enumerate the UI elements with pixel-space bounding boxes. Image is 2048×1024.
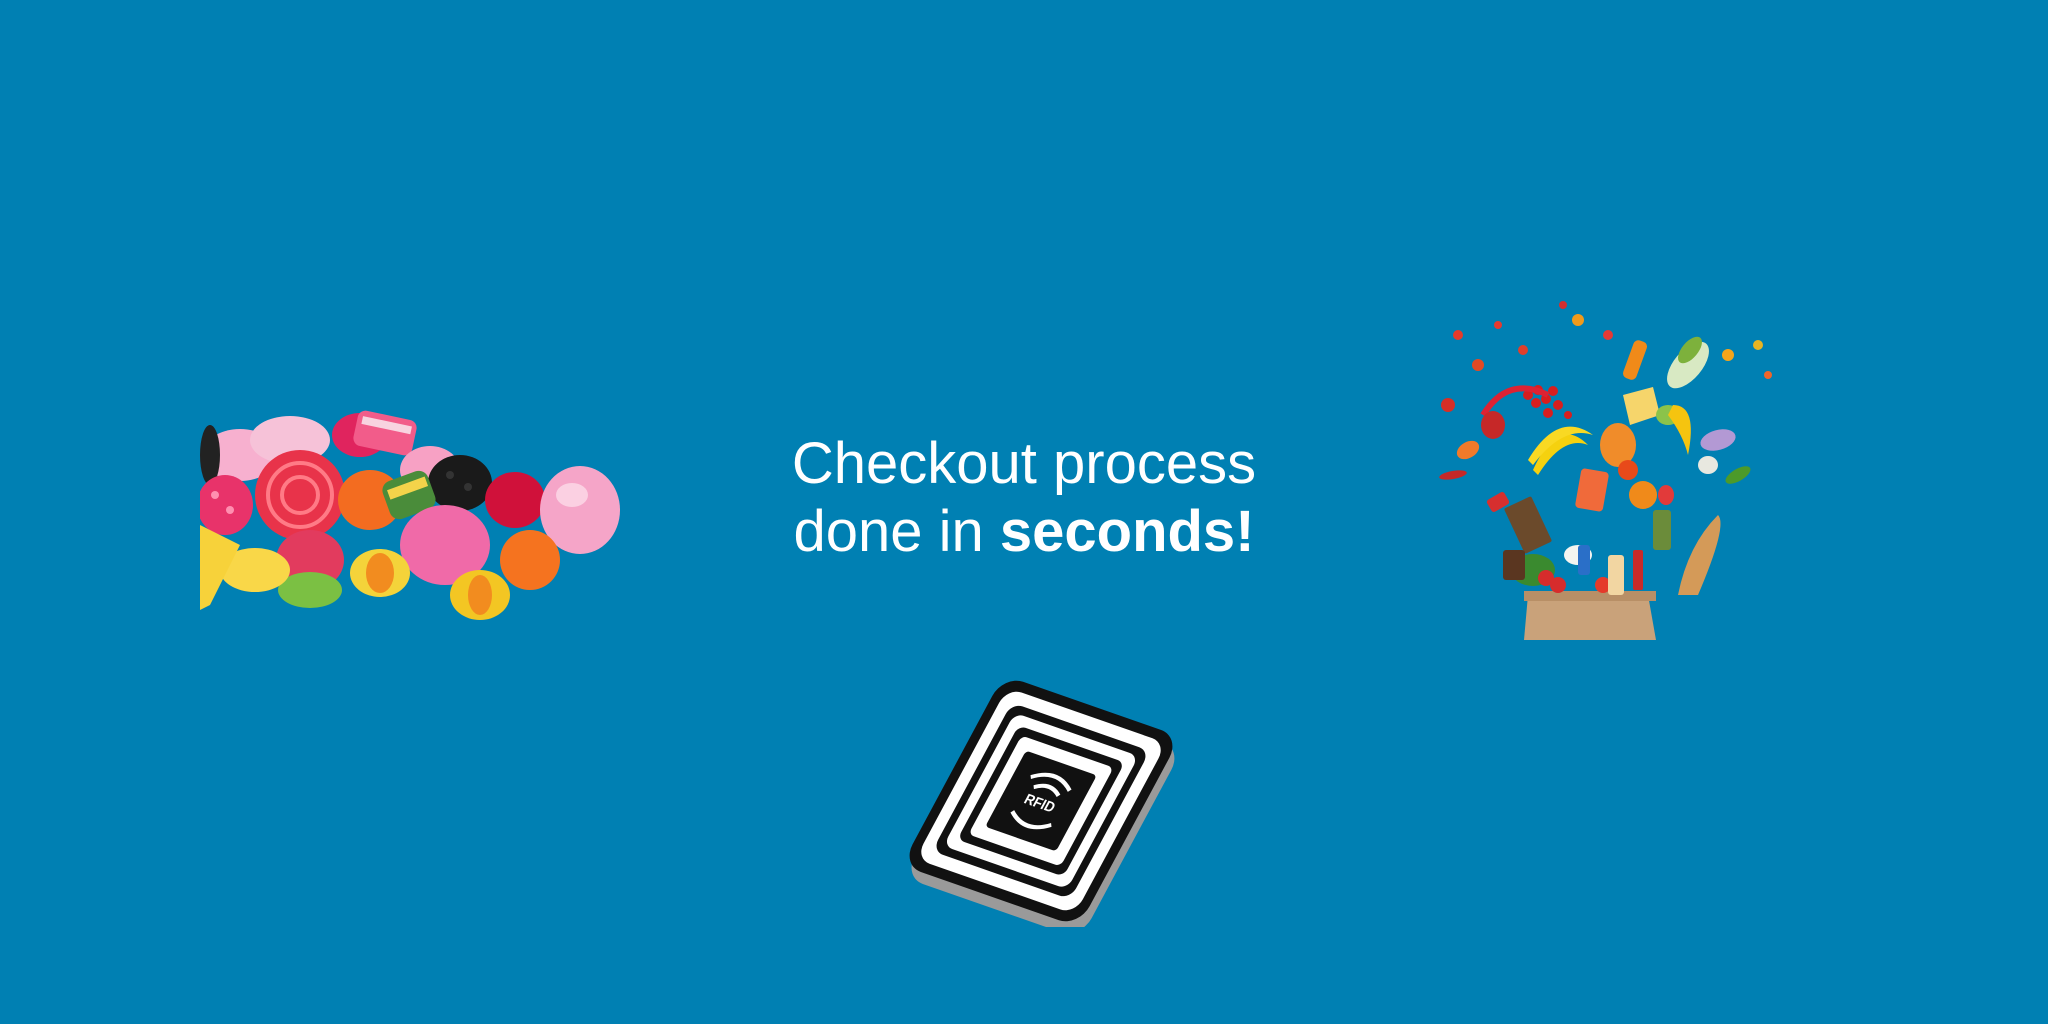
grocery-bag-image [1439, 301, 1772, 640]
headline-line-2: done in seconds! [724, 498, 1324, 566]
candy-pile-image [200, 410, 620, 620]
headline-line-1: Checkout process [791, 431, 1257, 496]
rfid-tag-icon: RFID [909, 680, 1175, 927]
headline: Checkout process done in seconds! [724, 430, 1324, 566]
headline-line-2-prefix: done in [793, 499, 1000, 564]
headline-emphasis: seconds! [999, 499, 1255, 564]
